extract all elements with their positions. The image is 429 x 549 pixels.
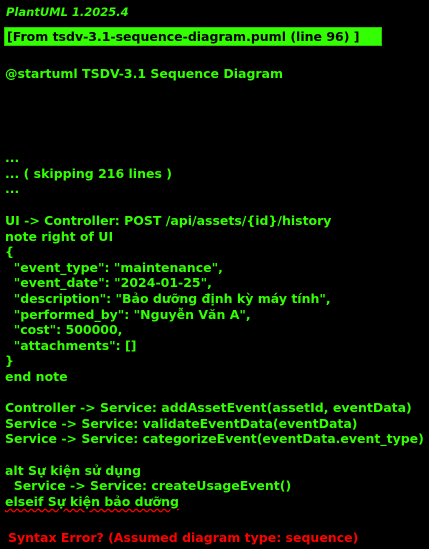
code-line: "performed_by": "Nguyễn Văn A", xyxy=(5,306,251,322)
code-line: } xyxy=(5,353,14,369)
source-location-banner: [From tsdv-3.1-sequence-diagram.puml (li… xyxy=(4,27,382,46)
code-line: UI -> Controller: POST /api/assets/{id}/… xyxy=(5,213,332,228)
code-line: Service -> Service: categorizeEvent(even… xyxy=(5,431,424,447)
code-line: "attachments": [] xyxy=(5,337,137,353)
code-line: "description": "Bảo dưỡng định kỳ máy tí… xyxy=(5,290,331,306)
code-line: { xyxy=(5,244,14,260)
skip-line: ... xyxy=(5,181,20,197)
syntax-error-message: Syntax Error? (Assumed diagram type: seq… xyxy=(8,530,359,545)
code-line: "event_type": "maintenance", xyxy=(5,259,223,275)
skipped-lines-block: ...... ( skipping 216 lines )... xyxy=(5,150,172,197)
startuml-line: @startuml TSDV-3.1 Sequence Diagram xyxy=(5,66,284,81)
code-line: Service -> Service: createUsageEvent() xyxy=(5,478,292,494)
code-line: note right of UI xyxy=(5,228,114,244)
code-line: "cost": 500000, xyxy=(5,322,123,338)
skip-line: ... ( skipping 216 lines ) xyxy=(5,165,172,181)
code-line: Service -> Service: validateEventData(ev… xyxy=(5,415,358,431)
source-code-block: UI -> Controller: POST /api/assets/{id}/… xyxy=(5,213,424,509)
source-location-text: [From tsdv-3.1-sequence-diagram.puml (li… xyxy=(7,29,360,44)
skip-line: ... xyxy=(5,150,20,165)
code-line: "event_date": "2024-01-25", xyxy=(5,275,212,291)
code-line: Controller -> Service: addAssetEvent(ass… xyxy=(5,400,412,416)
error-code-line: elseif Sự kiện bảo dưỡng xyxy=(5,493,179,509)
code-line: alt Sự kiện sử dụng xyxy=(5,462,142,478)
code-line: end note xyxy=(5,368,68,384)
version-label: PlantUML 1.2025.4 xyxy=(6,5,129,19)
plantuml-error-image: PlantUML 1.2025.4 [From tsdv-3.1-sequenc… xyxy=(0,0,429,549)
